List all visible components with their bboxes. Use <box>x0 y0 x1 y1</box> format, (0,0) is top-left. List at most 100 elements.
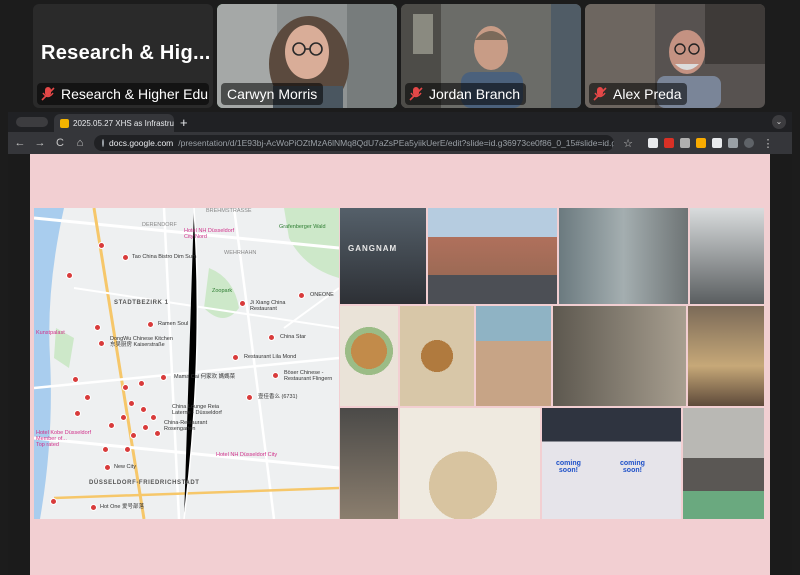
map-street-label: DERENDORF <box>142 222 177 228</box>
extensions-puzzle-icon[interactable] <box>728 138 738 148</box>
forward-button[interactable]: → <box>34 137 46 149</box>
restaurant-pin[interactable] <box>94 324 101 331</box>
restaurant-pin[interactable] <box>130 432 137 439</box>
site-info-icon[interactable] <box>102 139 104 147</box>
participant-name: Alex Preda <box>613 86 682 102</box>
photo-coming-soon: coming soon! coming soon! <box>542 408 681 519</box>
home-button[interactable]: ⌂ <box>74 137 86 149</box>
participant-name-tag: Research & Higher Edu... <box>37 83 209 105</box>
extension-icon[interactable] <box>664 138 674 148</box>
photo-shopfront <box>559 208 688 304</box>
browser-menu-icon[interactable]: ⋮ <box>762 137 774 150</box>
restaurant-pin[interactable] <box>298 292 305 299</box>
restaurant-pin[interactable] <box>150 414 157 421</box>
profile-avatar[interactable] <box>744 138 754 148</box>
page-viewport: STADTBEZIRK 1 DÜSSELDORF-FRIEDRICHSTADT … <box>8 154 792 575</box>
restaurant-pin[interactable] <box>138 380 145 387</box>
restaurant-pin[interactable] <box>108 422 115 429</box>
participant-name-tag: Carwyn Morris <box>221 83 324 105</box>
address-bar[interactable]: docs.google.com/presentation/d/1E93bj-Ac… <box>94 135 614 151</box>
browser-toolbar: ← → C ⌂ docs.google.com/presentation/d/1… <box>8 132 792 154</box>
photo-menu-board <box>688 306 764 406</box>
restaurant-pin[interactable] <box>98 242 105 249</box>
restaurant-pin[interactable] <box>246 394 253 401</box>
participant-name-tag: Alex Preda <box>589 83 688 105</box>
restaurant-pin[interactable] <box>104 464 111 471</box>
map-restaurant-label: Böser Chinese - Restaurant Flingern <box>284 370 333 383</box>
restaurant-pin[interactable] <box>272 372 279 379</box>
extension-icon[interactable] <box>680 138 690 148</box>
extension-icon[interactable] <box>696 138 706 148</box>
participant-tile-research[interactable]: Research & Hig... Research & Higher Edu.… <box>33 4 213 108</box>
restaurant-pin[interactable] <box>154 430 161 437</box>
zoom-meeting-window: Research & Hig... Research & Higher Edu.… <box>0 0 800 575</box>
restaurant-pin[interactable] <box>66 272 73 279</box>
restaurant-pin[interactable] <box>50 498 57 505</box>
participant-tile-alex-preda[interactable]: Alex Preda <box>585 4 765 108</box>
restaurant-pin[interactable] <box>120 414 127 421</box>
gangnam-sign-text: GANGNAM <box>348 244 398 253</box>
participant-name: Carwyn Morris <box>227 86 318 102</box>
mic-muted-icon <box>409 86 423 102</box>
map-street-label: BREHMSTRASSE <box>206 208 252 214</box>
restaurant-pin[interactable] <box>147 321 154 328</box>
participant-name: Research & Higher Edu... <box>61 86 209 102</box>
shared-browser-window: 2025.05.27 XHS as Infrastruc × + ⌄ ← → C… <box>8 112 792 575</box>
map-restaurant-label: China Star <box>280 334 306 340</box>
map-hotel-label: Hotel NH Düsseldorf City <box>216 452 278 458</box>
restaurant-pin[interactable] <box>128 400 135 407</box>
photo-food-noodles <box>340 306 398 406</box>
restaurant-pin[interactable] <box>160 374 167 381</box>
photo-street-buildings <box>428 208 557 304</box>
extensions-row <box>648 138 754 148</box>
tab-title: 2025.05.27 XHS as Infrastruc <box>73 118 174 128</box>
map-district-label: STADTBEZIRK 1 <box>114 300 169 306</box>
mic-muted-icon <box>593 86 607 102</box>
browser-tab-bar: 2025.05.27 XHS as Infrastruc × + ⌄ <box>8 112 792 132</box>
map-hotel-label: Hotel NH Düsseldorf City Nord <box>184 228 235 241</box>
photo-interior <box>340 408 398 519</box>
window-controls[interactable] <box>16 117 48 127</box>
bookmark-star-icon[interactable]: ☆ <box>622 137 634 150</box>
restaurant-pin[interactable] <box>98 340 105 347</box>
url-host: docs.google.com <box>109 138 174 148</box>
restaurant-pin[interactable] <box>232 354 239 361</box>
map-restaurant-label: 壹佳香么 (6731) <box>258 394 298 400</box>
restaurant-pin[interactable] <box>72 376 79 383</box>
restaurant-pin[interactable] <box>102 446 109 453</box>
map-street-label: WEHRHAHN <box>224 250 257 256</box>
map-restaurant-label: Restaurant Lila Mond <box>244 354 297 360</box>
participant-tile-carwyn-morris[interactable]: Carwyn Morris <box>217 4 397 108</box>
extension-icon[interactable] <box>648 138 658 148</box>
restaurant-pin[interactable] <box>74 410 81 417</box>
restaurant-pin[interactable] <box>84 394 91 401</box>
map-restaurant-label: China Lounge Reia Laterne - Düsseldorf <box>172 404 222 417</box>
participant-strip: Research & Hig... Research & Higher Edu.… <box>33 4 767 108</box>
restaurant-pin[interactable] <box>122 384 129 391</box>
restaurant-pin[interactable] <box>140 406 147 413</box>
browser-tab-slides[interactable]: 2025.05.27 XHS as Infrastruc × <box>54 114 174 132</box>
map-restaurant-label: Ramen Soul <box>158 321 189 327</box>
presentation-slide: STADTBEZIRK 1 DÜSSELDORF-FRIEDRICHSTADT … <box>30 154 770 575</box>
photo-door <box>690 208 764 304</box>
new-tab-button[interactable]: + <box>180 115 188 130</box>
restaurant-pin[interactable] <box>142 424 149 431</box>
restaurant-map[interactable]: STADTBEZIRK 1 DÜSSELDORF-FRIEDRICHSTADT … <box>34 208 339 519</box>
participant-tile-jordan-branch[interactable]: Jordan Branch <box>401 4 581 108</box>
extension-icon[interactable] <box>712 138 722 148</box>
reload-button[interactable]: C <box>54 137 66 149</box>
restaurant-pin[interactable] <box>268 334 275 341</box>
map-park-label: Zoopark <box>212 288 233 294</box>
tab-search-icon[interactable]: ⌄ <box>772 115 786 129</box>
map-restaurant-label: China-Restaurant Rosengarten <box>164 420 208 433</box>
back-button[interactable]: ← <box>14 137 26 149</box>
photo-portrait <box>553 306 686 406</box>
restaurant-pin[interactable] <box>90 504 97 511</box>
map-park-label: Grafenberger Wald <box>279 224 326 230</box>
restaurant-pin[interactable] <box>122 254 129 261</box>
photo-food-bowl <box>400 306 474 406</box>
map-restaurant-label: Hot One 爱号部落 <box>100 504 145 510</box>
restaurant-pin[interactable] <box>124 446 131 453</box>
mic-muted-icon <box>41 86 55 102</box>
restaurant-pin[interactable] <box>239 300 246 307</box>
